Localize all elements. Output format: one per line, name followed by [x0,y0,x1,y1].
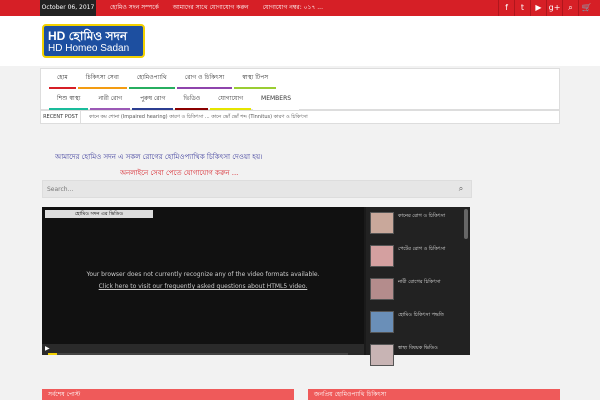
nav-item-men[interactable]: পুরুষ রোগ [132,90,174,110]
youtube-icon[interactable]: ▶ [530,0,546,16]
twitter-icon[interactable]: t [514,0,530,16]
playlist-thumbnail [370,278,394,300]
nav-item-disease[interactable]: রোগ ও চিকিৎসা [176,69,233,89]
nav-row-2: শিশু স্বাস্থ্য নারী রোগ পুরুষ রোগ ভিডিও … [49,90,301,110]
marquee-line-1: আমাদের হোমিও সদন এ সকল রোগের হোমিওপ্যাথি… [55,153,263,161]
site-header: HD হোমিও সদন HD Homeo Sadan [0,16,600,66]
search-input[interactable] [47,183,447,195]
nav-item-tips[interactable]: স্বাস্থ্য টিপস [234,69,277,89]
playlist-caption: হোমিও চিকিৎসা পদ্ধতি [398,312,444,318]
search-icon[interactable]: ⌕ [455,183,467,195]
top-link-phone[interactable]: যোগাযোগ নম্বর: ০১৭ ... [263,4,323,11]
search-bar: ⌕ [42,180,472,198]
nav-item-contact[interactable]: যোগাযোগ [210,90,252,110]
nav-item-treatment[interactable]: চিকিৎসা সেবা [77,69,127,89]
marquee-line-2: অনলাইনে সেবা পেতে যোগাযোগ করুন ... [120,169,239,177]
popular-treatment-box: জনপ্রিয় হোমিওপ্যাথি চিকিৎসা [308,389,560,400]
search-icon[interactable]: ⌕ [562,0,578,16]
main-nav: হোম চিকিৎসা সেবা হোমিওপ্যাথি রোগ ও চিকিৎ… [40,68,560,110]
playlist-thumbnail [370,311,394,333]
video-progress-fill [48,353,57,355]
playlist-item[interactable]: হোমিও চিকিৎসা পদ্ধতি [368,308,460,338]
nav-item-women[interactable]: নারী রোগ [90,90,131,110]
date-badge: October 06, 2017 [40,0,96,16]
logo-line-2: HD Homeo Sadan [48,43,130,54]
nav-item-homeopathy[interactable]: হোমিওপ্যাথি [128,69,175,89]
video-faq-link[interactable]: Click here to visit our frequently asked… [42,283,364,290]
recent-post-ticker: RECENT POST কানে কম শোনা (Impaired heari… [40,110,560,124]
latest-posts-box: সর্বশেষ পোস্ট [42,389,294,400]
playlist-thumbnail [370,245,394,267]
nav-item-members[interactable]: MEMBERS [253,90,300,110]
site-logo[interactable]: HD হোমিও সদন HD Homeo Sadan [42,24,145,58]
playlist-caption: নারী রোগের চিকিৎসা [398,279,441,285]
top-bar: October 06, 2017 হোমিও সদন সম্পর্কে আমাদ… [0,0,600,16]
nav-row-1: হোম চিকিৎসা সেবা হোমিওপ্যাথি রোগ ও চিকিৎ… [49,69,278,89]
video-progress-track[interactable] [48,353,348,355]
playlist-item[interactable]: স্বাস্থ্য বিষয়ক ভিডিও [368,341,460,371]
playlist-caption: কানের রোগ ও চিকিৎসা [398,213,446,219]
playlist-thumbnail [370,344,394,366]
video-player: হোমিও সদন এর ভিডিও Your browser does not… [42,207,470,366]
video-area[interactable]: হোমিও সদন এর ভিডিও Your browser does not… [42,207,364,355]
playlist-item[interactable]: কানের রোগ ও চিকিৎসা [368,209,460,239]
nav-item-video[interactable]: ভিডিও [175,90,209,110]
play-icon[interactable]: ▶ [45,345,50,352]
social-icons: f t ▶ g+ ⌕ 🛒 [498,0,594,16]
video-format-message: Your browser does not currently recogniz… [86,271,320,278]
top-link-contact[interactable]: আমাদের সাথে যোগাযোগ করুন [173,4,249,11]
top-links: হোমিও সদন সম্পর্কে আমাদের সাথে যোগাযোগ ক… [110,0,335,16]
top-link-about[interactable]: হোমিও সদন সম্পর্কে [110,4,159,11]
nav-item-home[interactable]: হোম [49,69,76,89]
playlist-caption: স্বাস্থ্য বিষয়ক ভিডিও [398,345,438,351]
playlist-scrollbar[interactable] [464,209,468,239]
nav-item-child[interactable]: শিশু স্বাস্থ্য [49,90,89,110]
recent-post-label: RECENT POST [41,111,81,123]
video-controls: ▶ [42,344,364,355]
playlist-item[interactable]: নারী রোগের চিকিৎসা [368,275,460,305]
playlist-item[interactable]: পেটের রোগ ও চিকিৎসা [368,242,460,272]
video-title: হোমিও সদন এর ভিডিও [45,210,153,218]
cart-icon[interactable]: 🛒 [578,0,594,16]
recent-post-text[interactable]: কানে কম শোনা (Impaired hearing) কারণ ও চ… [89,111,559,123]
playlist-thumbnail [370,212,394,234]
video-playlist: কানের রোগ ও চিকিৎসা পেটের রোগ ও চিকিৎসা না… [366,207,470,366]
facebook-icon[interactable]: f [498,0,514,16]
playlist-caption: পেটের রোগ ও চিকিৎসা [398,246,446,252]
google-plus-icon[interactable]: g+ [546,0,562,16]
